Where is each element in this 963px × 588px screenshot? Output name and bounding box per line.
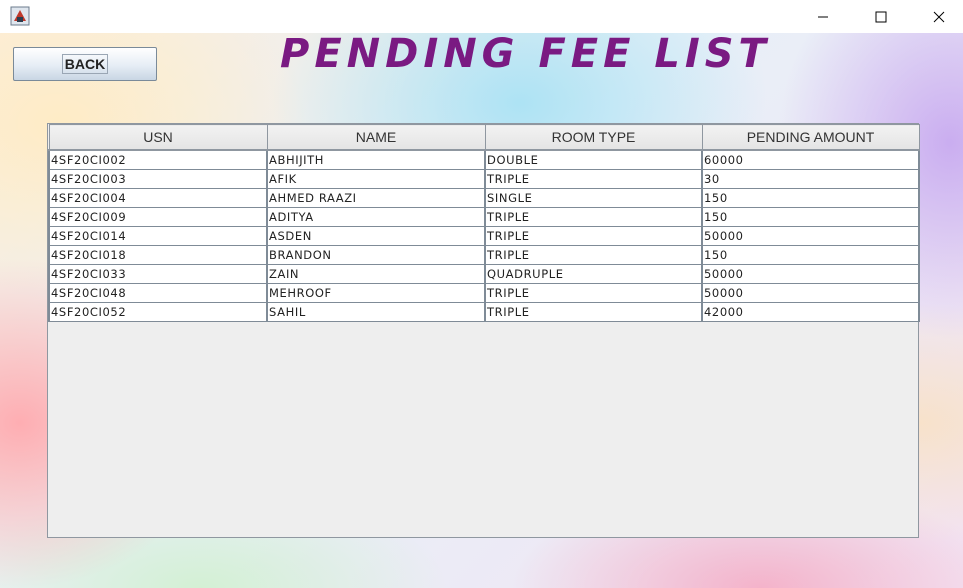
back-button[interactable]: BACK <box>13 47 157 81</box>
column-header-pending-amount[interactable]: PENDING AMOUNT <box>701 124 920 151</box>
cell-pending-amount[interactable]: 50000 <box>701 226 920 246</box>
cell-usn[interactable]: 4SF20CI002 <box>48 149 268 170</box>
table-row[interactable]: 4SF20CI004 AHMED RAAZI SINGLE 150 <box>48 188 920 208</box>
content-area: BACK PENDING FEE LIST USN NAME ROOM TYPE… <box>0 33 963 588</box>
table-row[interactable]: 4SF20CI014 ASDEN TRIPLE 50000 <box>48 226 920 246</box>
maximize-button[interactable] <box>852 0 910 33</box>
back-button-label: BACK <box>61 54 109 74</box>
table-row[interactable]: 4SF20CI052 SAHIL TRIPLE 42000 <box>48 302 920 322</box>
cell-usn[interactable]: 4SF20CI018 <box>48 245 268 265</box>
cell-room-type[interactable]: TRIPLE <box>484 226 703 246</box>
cell-room-type[interactable]: TRIPLE <box>484 283 703 303</box>
cell-name[interactable]: AFIK <box>266 169 486 189</box>
table-header-row: USN NAME ROOM TYPE PENDING AMOUNT <box>48 124 920 151</box>
column-header-usn[interactable]: USN <box>48 124 268 151</box>
close-icon <box>933 11 945 22</box>
cell-pending-amount[interactable]: 150 <box>701 188 920 208</box>
pending-fee-table: USN NAME ROOM TYPE PENDING AMOUNT 4SF20C… <box>48 124 920 322</box>
cell-usn[interactable]: 4SF20CI003 <box>48 169 268 189</box>
close-button[interactable] <box>910 0 963 33</box>
cell-usn[interactable]: 4SF20CI009 <box>48 207 268 227</box>
title-bar <box>0 0 963 33</box>
cell-room-type[interactable]: DOUBLE <box>484 149 703 170</box>
cell-room-type[interactable]: TRIPLE <box>484 169 703 189</box>
cell-pending-amount[interactable]: 42000 <box>701 302 920 322</box>
cell-name[interactable]: ZAIN <box>266 264 486 284</box>
table-row[interactable]: 4SF20CI009 ADITYA TRIPLE 150 <box>48 207 920 227</box>
cell-name[interactable]: ASDEN <box>266 226 486 246</box>
cell-pending-amount[interactable]: 30 <box>701 169 920 189</box>
cell-room-type[interactable]: TRIPLE <box>484 245 703 265</box>
cell-usn[interactable]: 4SF20CI052 <box>48 302 268 322</box>
cell-name[interactable]: BRANDON <box>266 245 486 265</box>
cell-room-type[interactable]: TRIPLE <box>484 207 703 227</box>
page-title: PENDING FEE LIST <box>280 33 771 77</box>
cell-name[interactable]: SAHIL <box>266 302 486 322</box>
table-scroll-pane[interactable]: USN NAME ROOM TYPE PENDING AMOUNT 4SF20C… <box>47 123 920 538</box>
cell-usn[interactable]: 4SF20CI014 <box>48 226 268 246</box>
java-app-icon <box>10 6 30 26</box>
minimize-button[interactable] <box>794 0 852 33</box>
table-row[interactable]: 4SF20CI018 BRANDON TRIPLE 150 <box>48 245 920 265</box>
column-header-room-type[interactable]: ROOM TYPE <box>484 124 703 151</box>
cell-room-type[interactable]: QUADRUPLE <box>484 264 703 284</box>
cell-name[interactable]: AHMED RAAZI <box>266 188 486 208</box>
table-row[interactable]: 4SF20CI003 AFIK TRIPLE 30 <box>48 169 920 189</box>
cell-usn[interactable]: 4SF20CI004 <box>48 188 268 208</box>
column-header-name[interactable]: NAME <box>266 124 486 151</box>
cell-name[interactable]: MEHROOF <box>266 283 486 303</box>
cell-pending-amount[interactable]: 60000 <box>701 149 920 170</box>
cell-pending-amount[interactable]: 150 <box>701 207 920 227</box>
cell-usn[interactable]: 4SF20CI048 <box>48 283 268 303</box>
table-row[interactable]: 4SF20CI048 MEHROOF TRIPLE 50000 <box>48 283 920 303</box>
minimize-icon <box>818 16 828 17</box>
cell-name[interactable]: ABHIJITH <box>266 149 486 170</box>
cell-room-type[interactable]: TRIPLE <box>484 302 703 322</box>
cell-pending-amount[interactable]: 50000 <box>701 283 920 303</box>
cell-room-type[interactable]: SINGLE <box>484 188 703 208</box>
cell-name[interactable]: ADITYA <box>266 207 486 227</box>
table-row[interactable]: 4SF20CI002 ABHIJITH DOUBLE 60000 <box>48 149 920 170</box>
table-row[interactable]: 4SF20CI033 ZAIN QUADRUPLE 50000 <box>48 264 920 284</box>
cell-pending-amount[interactable]: 50000 <box>701 264 920 284</box>
cell-usn[interactable]: 4SF20CI033 <box>48 264 268 284</box>
maximize-icon <box>875 11 887 22</box>
cell-pending-amount[interactable]: 150 <box>701 245 920 265</box>
